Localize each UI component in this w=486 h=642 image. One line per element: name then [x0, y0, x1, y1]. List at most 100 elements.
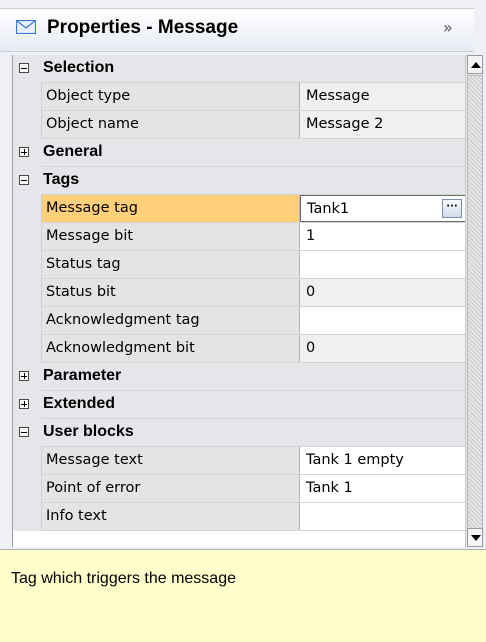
- property-name-text: Acknowledgment bit: [46, 340, 195, 356]
- scroll-up-button[interactable]: [467, 55, 483, 74]
- property-name-text: Message tag: [46, 200, 138, 216]
- expander-cell: [13, 139, 41, 167]
- property-name[interactable]: Acknowledgment tag: [41, 307, 300, 334]
- expander-cell: [13, 55, 41, 83]
- property-row[interactable]: Point of error Tank 1: [13, 475, 466, 503]
- property-row[interactable]: Object name Message 2: [13, 111, 466, 139]
- property-name[interactable]: Message tag: [41, 195, 300, 222]
- property-value[interactable]: [300, 251, 466, 278]
- property-row[interactable]: Acknowledgment bit 0: [13, 335, 466, 363]
- indent-cell: [13, 83, 41, 111]
- collapse-panel-button[interactable]: »: [443, 18, 453, 37]
- property-row[interactable]: Info text: [13, 503, 466, 531]
- property-row[interactable]: Message bit 1: [13, 223, 466, 251]
- property-name-text: Message bit: [46, 228, 134, 244]
- category-label: User blocks: [43, 423, 134, 440]
- panel-header: Properties - Message »: [0, 8, 474, 52]
- scrollbar-thumb[interactable]: [467, 75, 483, 530]
- property-name[interactable]: Message text: [41, 447, 300, 474]
- properties-panel: Properties - Message » Selection Object t…: [0, 0, 486, 642]
- property-value-text: Tank 1 empty: [306, 452, 404, 468]
- vertical-scrollbar[interactable]: [465, 55, 484, 547]
- property-name[interactable]: Object type: [41, 83, 300, 110]
- property-name[interactable]: Object name: [41, 111, 300, 138]
- property-value-text: Message: [306, 88, 370, 104]
- expander-cell: [13, 419, 41, 447]
- property-row[interactable]: Status tag: [13, 251, 466, 279]
- property-value-text: 0: [306, 340, 316, 356]
- property-value: Message: [300, 83, 466, 110]
- indent-cell: [13, 335, 41, 363]
- category-row[interactable]: Tags: [13, 167, 466, 195]
- property-name[interactable]: Point of error: [41, 475, 300, 502]
- category-row[interactable]: General: [13, 139, 466, 167]
- category-label: General: [43, 143, 103, 160]
- property-value-text: Tank 1: [306, 480, 353, 496]
- property-value[interactable]: Tank 1: [300, 475, 466, 502]
- category-label: Selection: [43, 59, 115, 76]
- property-value[interactable]: Tank 1 empty: [300, 447, 466, 474]
- property-row[interactable]: Object type Message: [13, 83, 466, 111]
- category-label: Tags: [43, 171, 80, 188]
- property-name[interactable]: Status bit: [41, 279, 300, 306]
- category-row[interactable]: User blocks: [13, 419, 466, 447]
- property-name-text: Status tag: [46, 256, 121, 272]
- indent-cell: [13, 251, 41, 279]
- indent-cell: [13, 223, 41, 251]
- property-value-text: Message 2: [306, 116, 384, 132]
- property-row[interactable]: Acknowledgment tag: [13, 307, 466, 335]
- property-row[interactable]: Status bit 0: [13, 279, 466, 307]
- description-panel: Tag which triggers the message: [0, 549, 486, 642]
- property-value[interactable]: Tank1 ···: [300, 195, 466, 222]
- property-name[interactable]: Acknowledgment bit: [41, 335, 300, 362]
- indent-cell: [13, 279, 41, 307]
- category-row[interactable]: Selection: [13, 55, 466, 83]
- indent-cell: [13, 111, 41, 139]
- collapse-icon[interactable]: [19, 175, 29, 185]
- expander-cell: [13, 167, 41, 195]
- expand-icon[interactable]: [19, 399, 29, 409]
- expander-cell: [13, 391, 41, 419]
- property-value[interactable]: [300, 307, 466, 334]
- indent-cell: [13, 503, 41, 531]
- property-value-text: 0: [306, 284, 316, 300]
- property-name-text: Object name: [46, 116, 139, 132]
- panel-title: Properties - Message: [47, 17, 239, 38]
- indent-cell: [13, 195, 41, 223]
- property-value: 0: [300, 279, 466, 306]
- scroll-down-button[interactable]: [467, 528, 483, 547]
- indent-cell: [13, 447, 41, 475]
- property-name-text: Info text: [46, 508, 107, 524]
- property-row[interactable]: Message tag Tank1 ···: [13, 195, 466, 223]
- property-name-text: Point of error: [46, 480, 141, 496]
- envelope-icon: [16, 20, 36, 34]
- property-value[interactable]: [300, 503, 466, 530]
- property-name-text: Acknowledgment tag: [46, 312, 200, 328]
- property-row[interactable]: Message text Tank 1 empty: [13, 447, 466, 475]
- arrow-up-icon: [471, 62, 481, 68]
- category-row[interactable]: Parameter: [13, 363, 466, 391]
- description-text: Tag which triggers the message: [11, 570, 236, 587]
- category-label: Extended: [43, 395, 116, 412]
- property-value-text: Tank1: [307, 201, 350, 217]
- ellipsis-button[interactable]: ···: [442, 199, 462, 218]
- expander-cell: [13, 363, 41, 391]
- property-name[interactable]: Status tag: [41, 251, 300, 278]
- collapse-icon[interactable]: [19, 63, 29, 73]
- property-grid: Selection Object type Message Object name Me…: [12, 55, 466, 547]
- collapse-icon[interactable]: [19, 427, 29, 437]
- property-value-text: 1: [306, 228, 316, 244]
- arrow-down-icon: [471, 535, 481, 541]
- expand-icon[interactable]: [19, 147, 29, 157]
- category-label: Parameter: [43, 367, 122, 384]
- property-value: 0: [300, 335, 466, 362]
- property-name-text: Object type: [46, 88, 131, 104]
- indent-cell: [13, 475, 41, 503]
- property-value[interactable]: 1: [300, 223, 466, 250]
- property-name[interactable]: Info text: [41, 503, 300, 530]
- property-name-text: Status bit: [46, 284, 116, 300]
- category-row[interactable]: Extended: [13, 391, 466, 419]
- property-name[interactable]: Message bit: [41, 223, 300, 250]
- indent-cell: [13, 307, 41, 335]
- expand-icon[interactable]: [19, 371, 29, 381]
